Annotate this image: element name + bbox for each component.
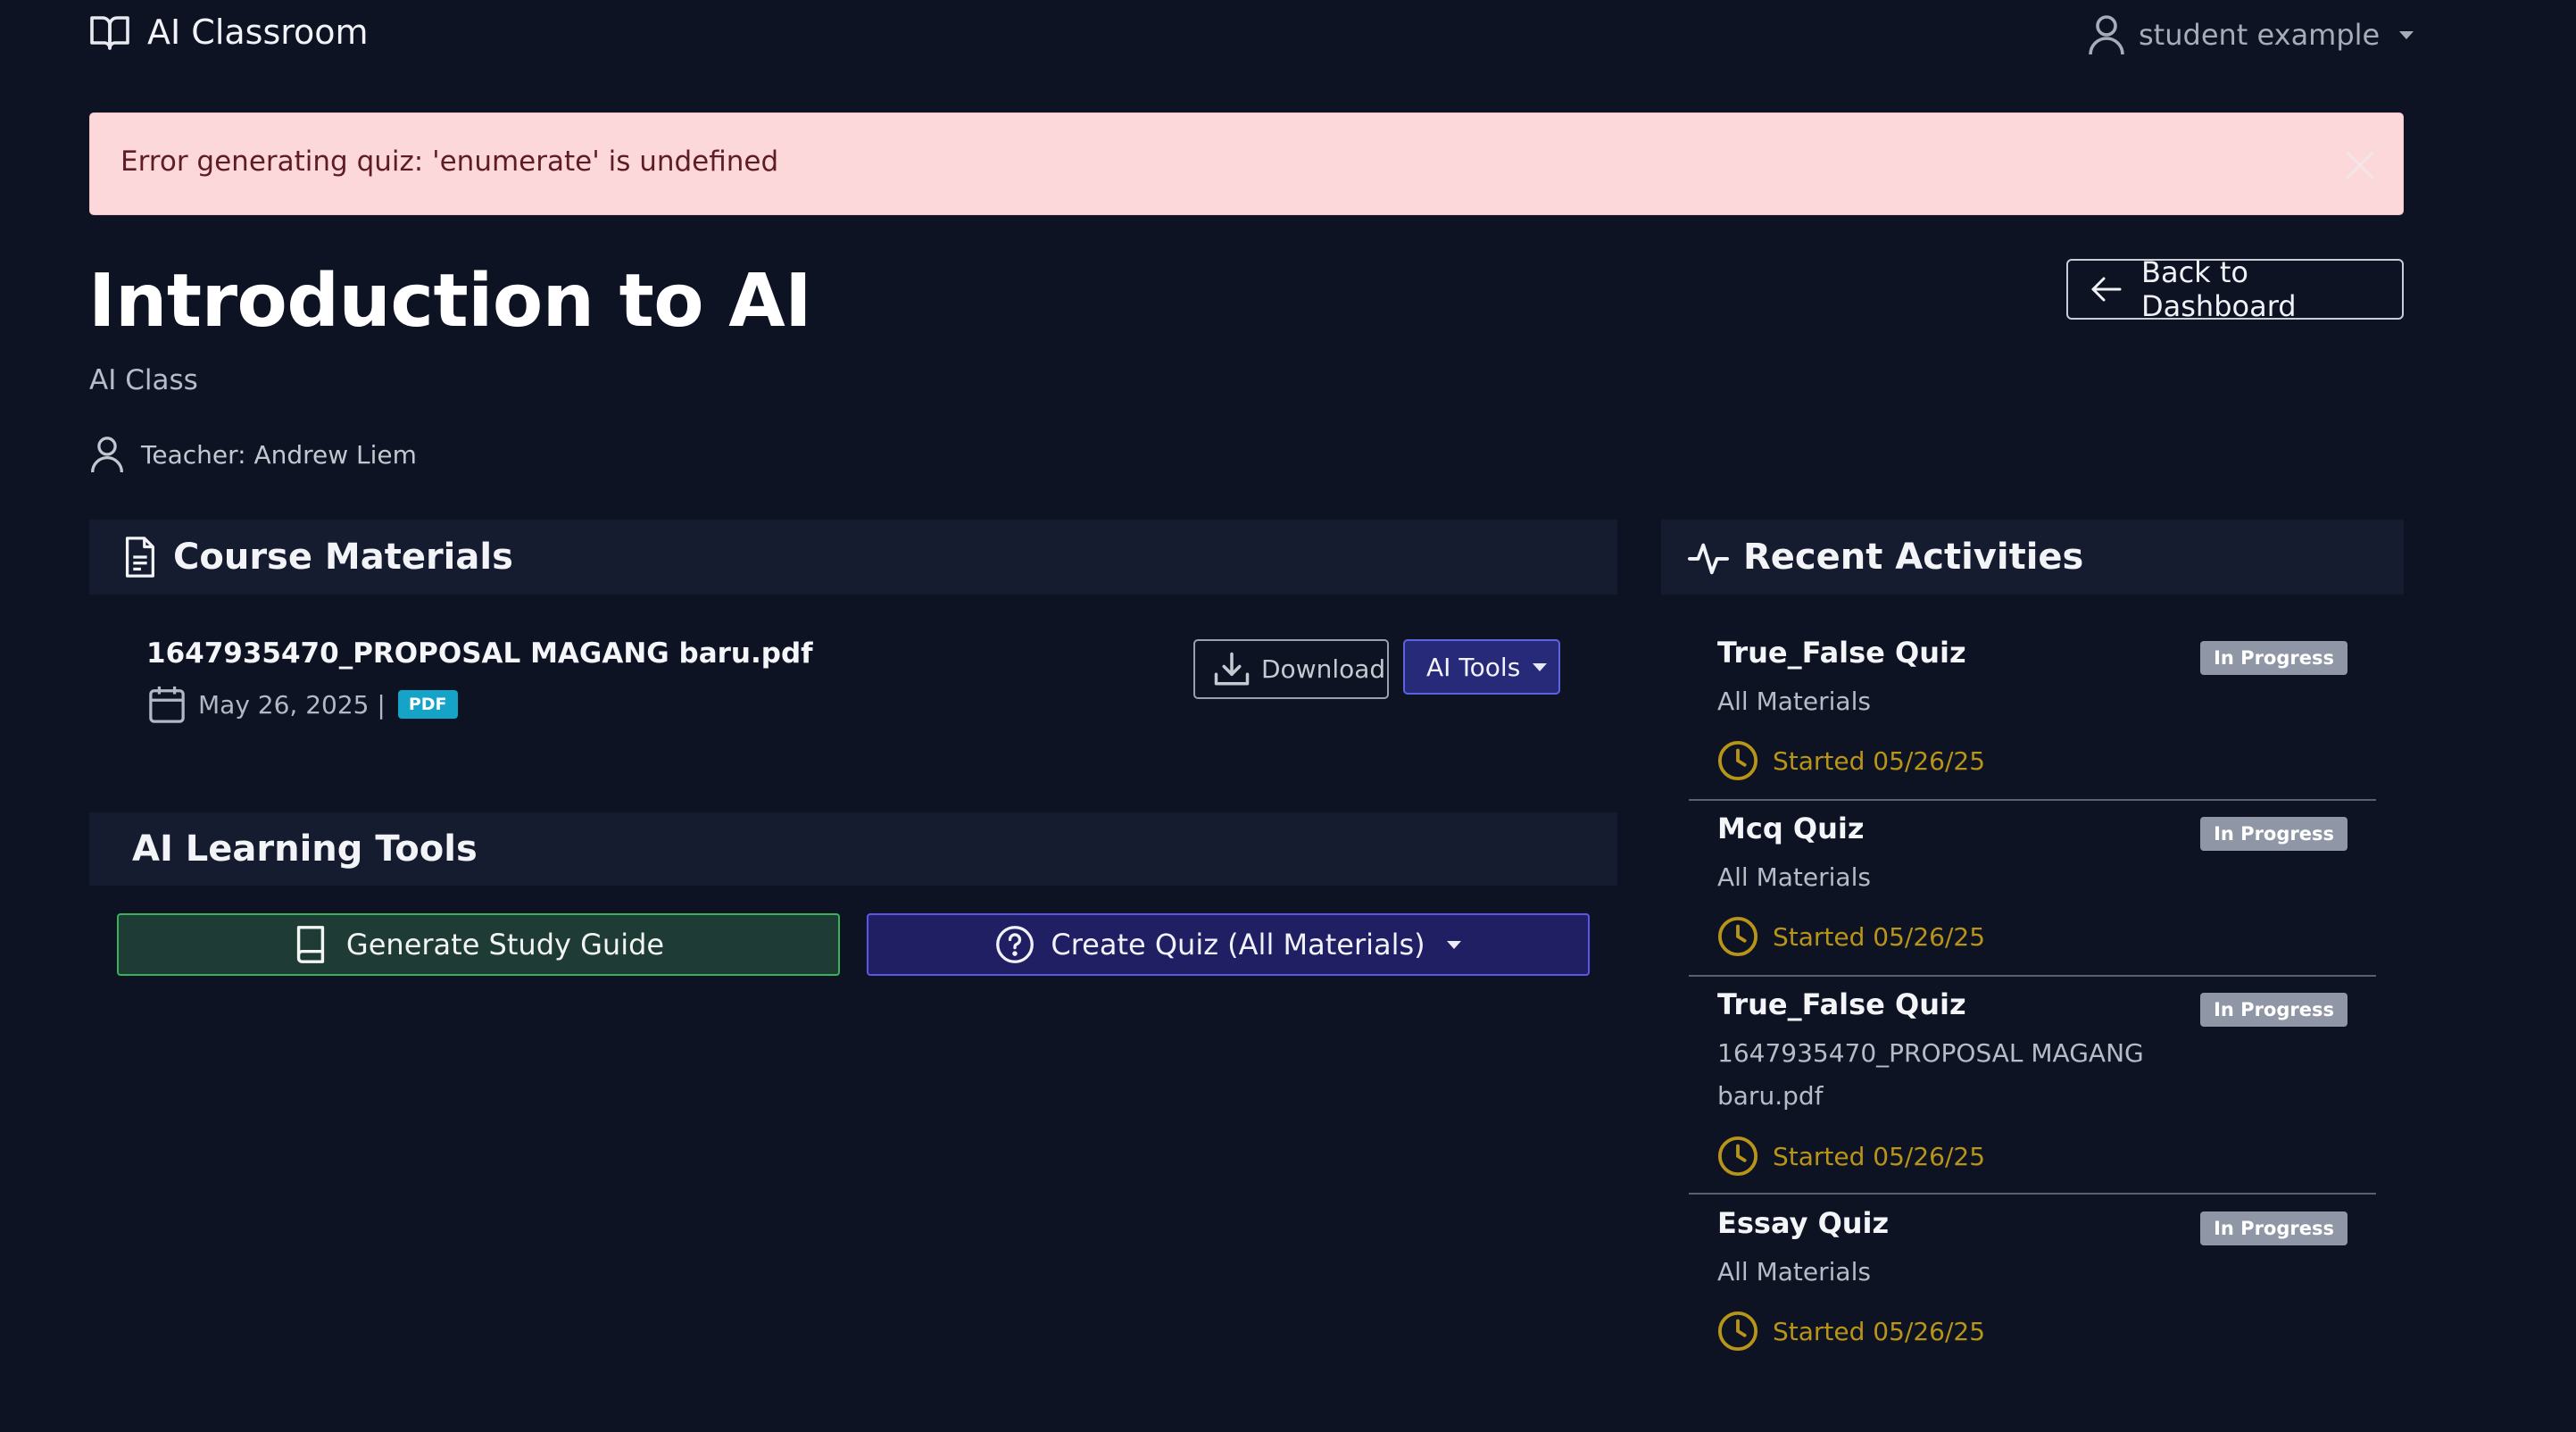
download-button[interactable]: Download: [1193, 639, 1389, 699]
ai-learning-tools-title: AI Learning Tools: [132, 828, 478, 870]
activity-time-text: Started 05/26/25: [1773, 1141, 1986, 1171]
create-quiz-label: Create Quiz (All Materials): [1051, 928, 1425, 962]
divider: [1689, 1193, 2376, 1195]
chevron-down-icon: [1446, 940, 1461, 949]
activity-time: Started 05/26/25: [1717, 738, 1985, 783]
divider: [1689, 799, 2376, 801]
ai-learning-tools-header: AI Learning Tools: [89, 812, 1617, 886]
clock-icon: [1717, 1136, 1758, 1177]
arrow-left-icon: [2090, 275, 2123, 304]
chevron-down-icon: [1533, 662, 1548, 671]
download-icon: [1213, 651, 1251, 688]
activity-subtitle: 1647935470_PROPOSAL MAGANG baru.pdf: [1717, 1038, 2144, 1111]
create-quiz-dropdown[interactable]: Create Quiz (All Materials): [867, 913, 1590, 976]
teacher-name: Teacher: Andrew Liem: [141, 439, 417, 470]
clock-icon: [1717, 740, 1758, 781]
teacher-info: Teacher: Andrew Liem: [89, 432, 417, 477]
back-to-dashboard-button[interactable]: Back to Dashboard: [2066, 255, 2404, 323]
study-guide-label: Generate Study Guide: [345, 928, 665, 962]
activity-item[interactable]: Mcq Quiz In Progress All Materials Start…: [1689, 812, 2376, 957]
calendar-icon: [148, 685, 186, 724]
status-badge: In Progress: [2200, 817, 2347, 851]
activity-icon: [1688, 537, 1729, 577]
back-label: Back to Dashboard: [2141, 255, 2297, 323]
recent-activities-title: Recent Activities: [1743, 537, 2084, 578]
activity-item[interactable]: True_False Quiz In Progress All Material…: [1689, 636, 2376, 781]
activity-title: Essay Quiz: [1717, 1206, 1890, 1240]
course-subtitle: AI Class: [89, 364, 198, 396]
brand-name: AI Classroom: [147, 12, 369, 52]
activity-time: Started 05/26/25: [1717, 1309, 1985, 1353]
close-icon[interactable]: [2344, 149, 2376, 181]
error-alert: Error generating quiz: 'enumerate' is un…: [89, 112, 2404, 215]
user-menu[interactable]: student example: [2087, 12, 2414, 57]
user-name: student example: [2139, 18, 2381, 52]
alert-message: Error generating quiz: 'enumerate' is un…: [120, 146, 779, 178]
navbar-brand[interactable]: AI Classroom: [88, 7, 369, 57]
course-materials-header: Course Materials: [89, 520, 1617, 595]
activity-time-text: Started 05/26/25: [1773, 921, 1986, 952]
course-materials-title: Course Materials: [173, 537, 513, 578]
status-badge: In Progress: [2200, 993, 2347, 1027]
question-circle-icon: [995, 925, 1035, 964]
activity-subtitle: All Materials: [1717, 687, 1871, 716]
book-icon: [293, 924, 328, 965]
activity-time-text: Started 05/26/25: [1773, 745, 1986, 776]
status-badge: In Progress: [2200, 1211, 2347, 1245]
material-meta: May 26, 2025 | PDF: [148, 682, 458, 727]
activity-title: True_False Quiz: [1717, 636, 1966, 670]
activity-item[interactable]: Essay Quiz In Progress All Materials Sta…: [1689, 1206, 2376, 1352]
page-title: Introduction to AI: [88, 259, 812, 344]
ai-tools-dropdown[interactable]: AI Tools: [1403, 639, 1560, 695]
ai-tools-label: AI Tools: [1426, 652, 1521, 682]
file-type-badge: PDF: [397, 690, 458, 719]
activity-title: Mcq Quiz: [1717, 812, 1865, 845]
chevron-down-icon: [2399, 30, 2414, 39]
user-icon: [89, 434, 125, 475]
material-date: May 26, 2025 |: [198, 689, 386, 720]
activity-subtitle: All Materials: [1717, 1257, 1871, 1286]
file-text-icon: [121, 537, 157, 578]
clock-icon: [1717, 916, 1758, 957]
activity-time-text: Started 05/26/25: [1773, 1316, 1986, 1346]
activity-time: Started 05/26/25: [1717, 1134, 1985, 1178]
user-icon: [2087, 13, 2126, 56]
material-name: 1647935470_PROPOSAL MAGANG baru.pdf: [146, 637, 813, 670]
activity-title: True_False Quiz: [1717, 987, 1966, 1021]
recent-activities-header: Recent Activities: [1661, 520, 2404, 595]
download-label: Download: [1261, 654, 1386, 684]
activity-time: Started 05/26/25: [1717, 914, 1985, 959]
clock-icon: [1717, 1311, 1758, 1352]
activity-subtitle: All Materials: [1717, 862, 1871, 892]
book-open-icon: [88, 12, 131, 52]
activity-item[interactable]: True_False Quiz In Progress 1647935470_P…: [1689, 987, 2376, 1178]
divider: [1689, 975, 2376, 977]
generate-study-guide-button[interactable]: Generate Study Guide: [117, 913, 840, 976]
status-badge: In Progress: [2200, 641, 2347, 675]
